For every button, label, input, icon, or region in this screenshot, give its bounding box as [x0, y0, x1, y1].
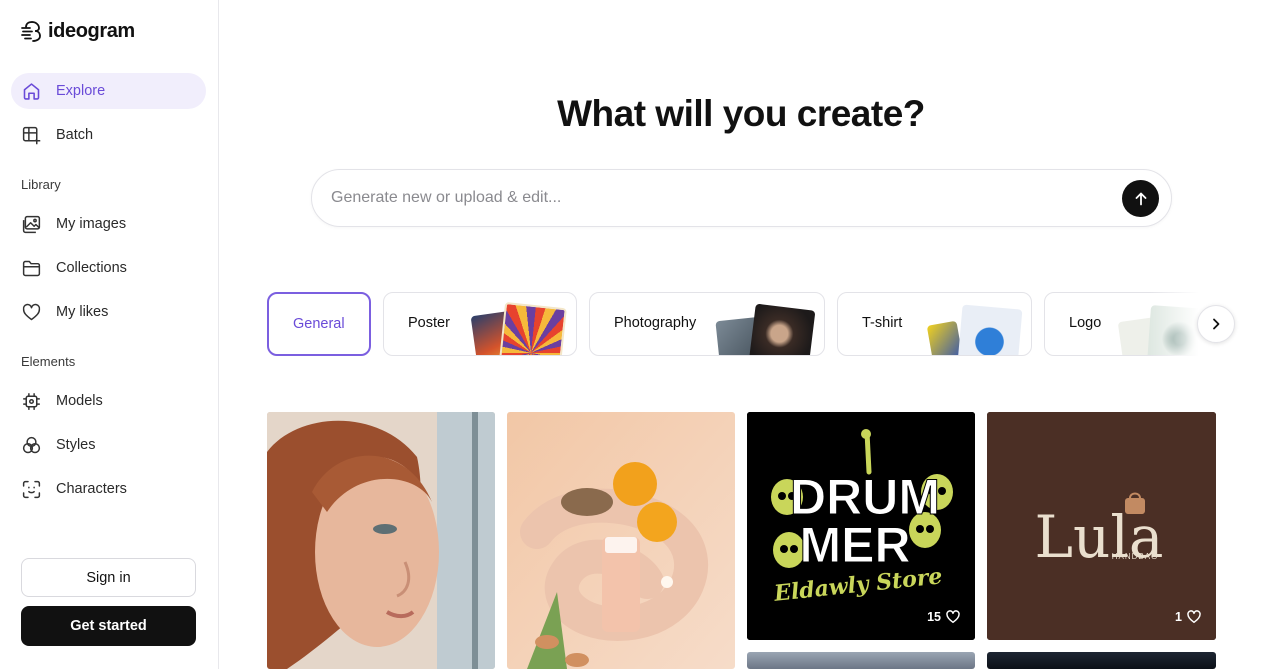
- nav-my-likes-label: My likes: [56, 304, 109, 320]
- like-count[interactable]: 1: [1175, 609, 1202, 625]
- like-count[interactable]: 15: [927, 609, 961, 625]
- like-count-value: 15: [927, 610, 941, 624]
- gallery-card-lula[interactable]: Lula HANDBAG 1: [987, 412, 1216, 640]
- library-heading: Library: [21, 177, 61, 192]
- category-photography-label: Photography: [614, 315, 697, 331]
- lula-logo-image: Lula HANDBAG: [987, 412, 1216, 640]
- photography-thumbnail-front: [748, 303, 816, 355]
- heart-outline-icon: [1187, 610, 1201, 624]
- sidebar: ideogram Explore Batch Library My images…: [0, 0, 219, 669]
- nav-my-likes[interactable]: My likes: [11, 294, 206, 330]
- folder-icon: [22, 260, 41, 276]
- category-general-label: General: [293, 316, 345, 332]
- drummer-title-bottom: MER: [799, 517, 910, 573]
- skincare-image: [507, 412, 735, 669]
- category-photography[interactable]: Photography: [589, 292, 825, 356]
- prompt-box: [311, 169, 1172, 227]
- nav-batch[interactable]: Batch: [11, 117, 206, 153]
- nav-collections[interactable]: Collections: [11, 250, 206, 286]
- category-logo-label: Logo: [1069, 315, 1102, 331]
- nav-explore-label: Explore: [56, 83, 106, 99]
- nav-my-images-label: My images: [56, 216, 127, 232]
- nav-styles-label: Styles: [56, 437, 96, 453]
- gallery-card-portrait[interactable]: [267, 412, 495, 669]
- portrait-image: [267, 412, 495, 669]
- elements-heading: Elements: [21, 354, 76, 369]
- category-t-shirt[interactable]: T-shirt: [837, 292, 1032, 356]
- face-scan-icon: [22, 480, 41, 498]
- home-icon: [23, 82, 40, 100]
- poster-thumbnail-front: [499, 301, 567, 355]
- category-t-shirt-label: T-shirt: [862, 315, 903, 331]
- gallery-card-partial[interactable]: [987, 652, 1216, 669]
- nav-models-label: Models: [56, 393, 103, 409]
- arrow-up-icon: [1135, 192, 1146, 205]
- page-title: What will you create?: [557, 93, 925, 134]
- nav-my-images[interactable]: My images: [11, 206, 206, 242]
- images-icon: [22, 215, 41, 233]
- drummer-design-image: DRUM MER Eldawly Store: [747, 412, 975, 640]
- gallery-card-drummer[interactable]: DRUM MER Eldawly Store 15: [747, 412, 975, 640]
- category-poster-label: Poster: [408, 315, 450, 331]
- get-started-button[interactable]: Get started: [21, 606, 196, 646]
- heart-icon: [22, 303, 41, 320]
- prompt-input[interactable]: [331, 170, 1111, 226]
- ideogram-logo-icon: [21, 21, 41, 42]
- category-poster[interactable]: Poster: [383, 292, 577, 356]
- heart-outline-icon: [946, 610, 960, 624]
- brand-logo[interactable]: ideogram: [20, 19, 135, 43]
- gallery-card-skincare[interactable]: [507, 412, 735, 669]
- nav-collections-label: Collections: [56, 260, 127, 276]
- gallery-card-partial[interactable]: [747, 652, 975, 669]
- t-shirt-thumbnail-front: [957, 304, 1023, 355]
- nav-styles[interactable]: Styles: [11, 427, 206, 463]
- batch-icon: [22, 126, 41, 144]
- styles-icon: [22, 436, 41, 453]
- brand-name: ideogram: [48, 19, 135, 42]
- chevron-right-icon: [1213, 318, 1220, 330]
- nav-batch-label: Batch: [56, 127, 94, 143]
- nav-characters[interactable]: Characters: [11, 471, 206, 507]
- chip-icon: [23, 392, 40, 410]
- lula-subtitle: HANDBAG: [1112, 552, 1159, 561]
- nav-explore[interactable]: Explore: [11, 73, 206, 109]
- category-general[interactable]: General: [267, 292, 371, 356]
- categories-next-button[interactable]: [1197, 305, 1235, 343]
- submit-button[interactable]: [1122, 180, 1159, 217]
- like-count-value: 1: [1175, 610, 1182, 624]
- nav-models[interactable]: Models: [11, 383, 206, 419]
- nav-characters-label: Characters: [56, 481, 127, 497]
- sign-in-button[interactable]: Sign in: [21, 558, 196, 597]
